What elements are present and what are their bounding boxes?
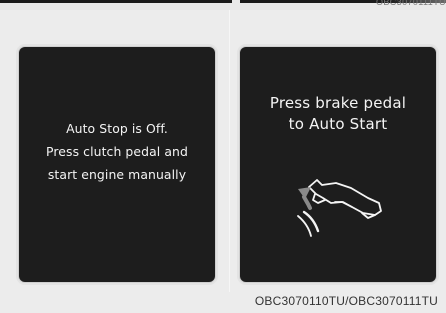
top-divider-left [0, 0, 232, 3]
auto-stop-off-message: Auto Stop is Off. Press clutch pedal and… [19, 117, 215, 186]
panel-divider [229, 10, 230, 292]
brake-to-auto-start-display: Press brake pedal to Auto Start [240, 47, 436, 282]
auto-stop-off-line-2: Press clutch pedal and [46, 144, 188, 159]
auto-stop-off-line-3: start engine manually [47, 167, 187, 182]
foot-pressing-pedal-icon [297, 179, 382, 237]
top-caption-fragment: OBC3070111TU [375, 0, 446, 5]
page: OBC3070111TU Auto Stop is Off. Press clu… [0, 0, 446, 313]
image-code-caption: OBC3070110TU/OBC3070111TU [254, 294, 438, 308]
brake-to-auto-start-line-1: Press brake pedal [269, 94, 407, 112]
auto-stop-off-display: Auto Stop is Off. Press clutch pedal and… [19, 47, 215, 282]
brake-to-auto-start-line-2: to Auto Start [288, 115, 388, 133]
brake-to-auto-start-message: Press brake pedal to Auto Start [240, 93, 436, 135]
auto-stop-off-line-1: Auto Stop is Off. [66, 121, 168, 136]
